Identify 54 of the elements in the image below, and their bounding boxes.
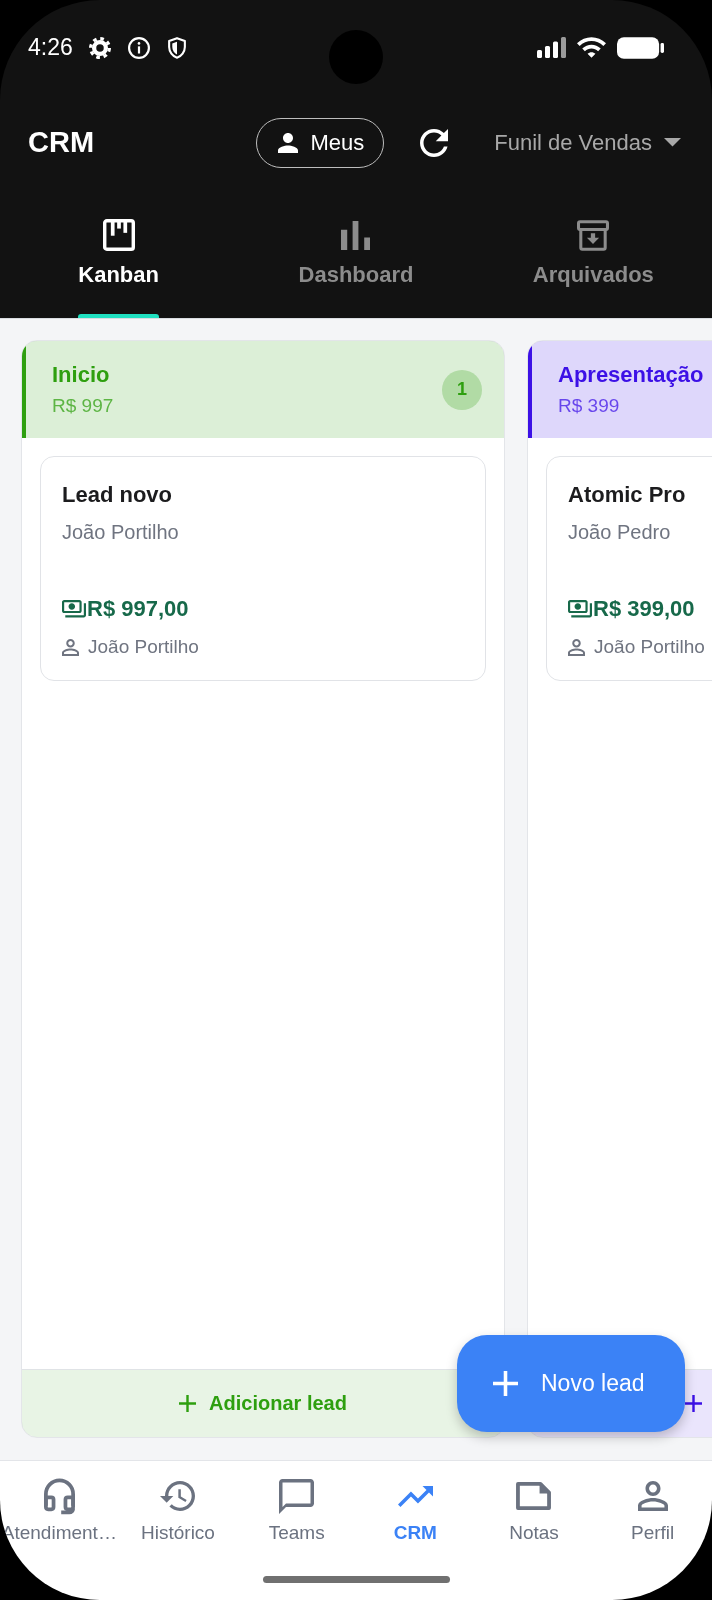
headset-icon — [42, 1477, 76, 1515]
new-lead-button[interactable]: Novo lead — [457, 1335, 685, 1432]
owner-name: João Portilho — [594, 636, 705, 658]
lead-card[interactable]: Lead novo João Portilho R$ 997,00 João Portilho — [40, 456, 486, 681]
archive-box-icon — [577, 219, 610, 251]
person-icon — [568, 638, 585, 656]
view-tab[interactable]: Dashboard — [237, 190, 475, 318]
app-title: CRM — [28, 126, 95, 159]
lead-card[interactable]: Atomic Pro João Pedro R$ 399,00 João Portilho — [546, 456, 712, 681]
nav-item[interactable]: Notas — [474, 1461, 594, 1545]
trending-up-icon — [397, 1485, 433, 1507]
note-icon — [516, 1482, 552, 1510]
contact-name: João Portilho — [62, 520, 179, 545]
contact-name: João Pedro — [568, 520, 671, 545]
deal-value: R$ 997,00 — [87, 596, 189, 622]
person-icon — [62, 638, 79, 656]
person-icon — [637, 1481, 668, 1511]
chat-bubble-icon — [279, 1478, 315, 1514]
my-leads-filter-button[interactable]: Meus — [256, 117, 385, 168]
refresh-icon[interactable] — [420, 128, 449, 157]
shield-icon — [167, 36, 186, 59]
status-time: 4:26 — [28, 34, 73, 61]
column-title: Apresentação — [558, 362, 704, 388]
caret-icon — [664, 138, 681, 147]
owner-name: João Portilho — [88, 636, 199, 658]
nav-item[interactable]: CRM — [356, 1461, 475, 1545]
column-total: R$ 997 — [52, 395, 114, 417]
money-icon — [568, 600, 592, 618]
signal-icon — [537, 37, 566, 58]
settings-icon — [88, 36, 111, 59]
money-icon — [62, 600, 86, 618]
person-icon — [278, 132, 299, 153]
nav-item[interactable]: Perfil — [593, 1461, 712, 1545]
lead-count-badge: 1 — [442, 369, 482, 410]
nav-item[interactable]: Teams — [237, 1461, 356, 1545]
column-title: Inicio — [52, 362, 110, 388]
kanban-board-icon — [102, 219, 135, 251]
nav-item[interactable]: Histórico — [118, 1461, 238, 1545]
view-tab[interactable]: Kanban — [0, 190, 238, 318]
lead-title: Atomic Pro — [568, 481, 686, 509]
pipeline-dropdown[interactable]: Funil de Vendas — [494, 129, 681, 156]
column-total: R$ 399 — [558, 395, 620, 417]
deal-value: R$ 399,00 — [593, 596, 695, 622]
plus-icon — [179, 1395, 197, 1412]
view-tab[interactable]: Arquivados — [474, 190, 712, 318]
battery-icon — [617, 36, 664, 59]
nav-item[interactable]: Atendiment… — [0, 1461, 119, 1545]
history-icon — [160, 1481, 196, 1511]
plus-icon[interactable] — [685, 1395, 702, 1412]
bar-chart-icon — [341, 220, 371, 250]
info-icon — [127, 36, 150, 59]
plus-icon — [493, 1371, 518, 1396]
lead-title: Lead novo — [62, 481, 172, 509]
wifi-icon — [577, 37, 606, 58]
